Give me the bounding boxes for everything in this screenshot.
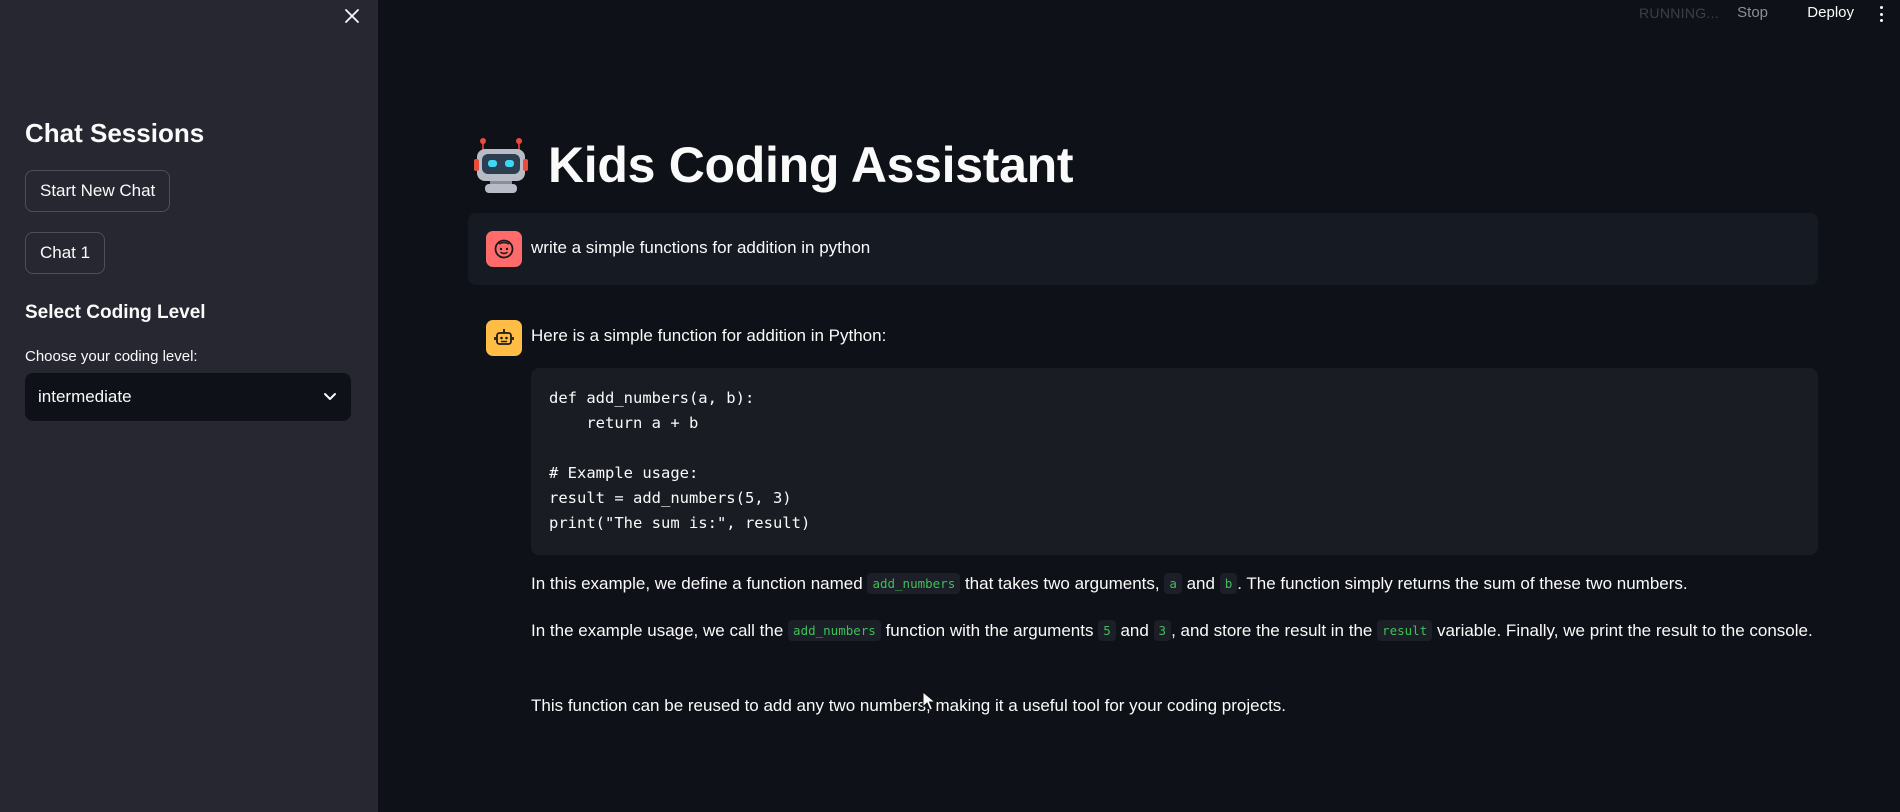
inline-code: 3 [1153, 620, 1172, 641]
inline-code: a [1164, 573, 1182, 594]
page-header: Kids Coding Assistant [474, 136, 1074, 194]
user-message: write a simple functions for addition in… [468, 213, 1818, 285]
usage-paragraph: In the example usage, we call the add_nu… [531, 617, 1821, 645]
inline-code: add_numbers [788, 620, 881, 641]
stop-button[interactable]: Stop [1737, 4, 1768, 21]
code-block: def add_numbers(a, b): return a + b # Ex… [531, 368, 1818, 555]
deploy-button[interactable]: Deploy [1807, 4, 1854, 21]
paragraph-text: variable. Finally, we print the result t… [1432, 621, 1813, 640]
inline-code: add_numbers [867, 573, 961, 594]
close-icon[interactable] [340, 4, 364, 28]
closing-paragraph: This function can be reused to add any t… [531, 696, 1287, 715]
inline-code: 5 [1098, 620, 1116, 641]
user-avatar-icon [486, 231, 522, 267]
paragraph-text: that takes two arguments, [960, 574, 1165, 593]
page-title: Kids Coding Assistant [548, 137, 1074, 193]
explanation-paragraph: In this example, we define a function na… [531, 570, 1821, 598]
running-status: RUNNING... [1639, 5, 1719, 21]
mouse-cursor-icon [922, 691, 936, 711]
paragraph-text: and [1115, 621, 1154, 640]
paragraph-text: In this example, we define a function na… [531, 574, 868, 593]
inline-code: result [1377, 620, 1433, 641]
paragraph-text: and [1181, 574, 1220, 593]
sidebar: Chat Sessions Start New Chat Chat 1 Sele… [0, 0, 378, 812]
paragraph-text: function with the arguments [880, 621, 1099, 640]
paragraph-text: . The function simply returns the sum of… [1237, 574, 1688, 593]
coding-level-heading: Select Coding Level [25, 302, 206, 323]
robot-icon [474, 138, 528, 193]
inline-code: b [1219, 573, 1238, 594]
coding-level-value: intermediate [38, 387, 132, 406]
paragraph-text: , and store the result in the [1171, 621, 1378, 640]
coding-level-select[interactable]: intermediate [25, 373, 351, 421]
assistant-avatar-icon [486, 320, 522, 356]
chat-session-button[interactable]: Chat 1 [25, 232, 106, 274]
assistant-message: Here is a simple function for addition i… [468, 318, 1818, 738]
coding-level-label: Choose your coding level: [25, 348, 198, 365]
chevron-down-icon [323, 387, 337, 407]
user-message-text: write a simple functions for addition in… [531, 238, 871, 257]
start-new-chat-button[interactable]: Start New Chat [25, 170, 171, 212]
kebab-menu-icon[interactable] [1874, 4, 1888, 24]
assistant-intro-text: Here is a simple function for addition i… [531, 326, 887, 345]
paragraph-text: In the example usage, we call the [531, 621, 789, 640]
sidebar-title: Chat Sessions [25, 118, 205, 148]
top-toolbar: RUNNING... Stop Deploy [1300, 0, 1900, 28]
